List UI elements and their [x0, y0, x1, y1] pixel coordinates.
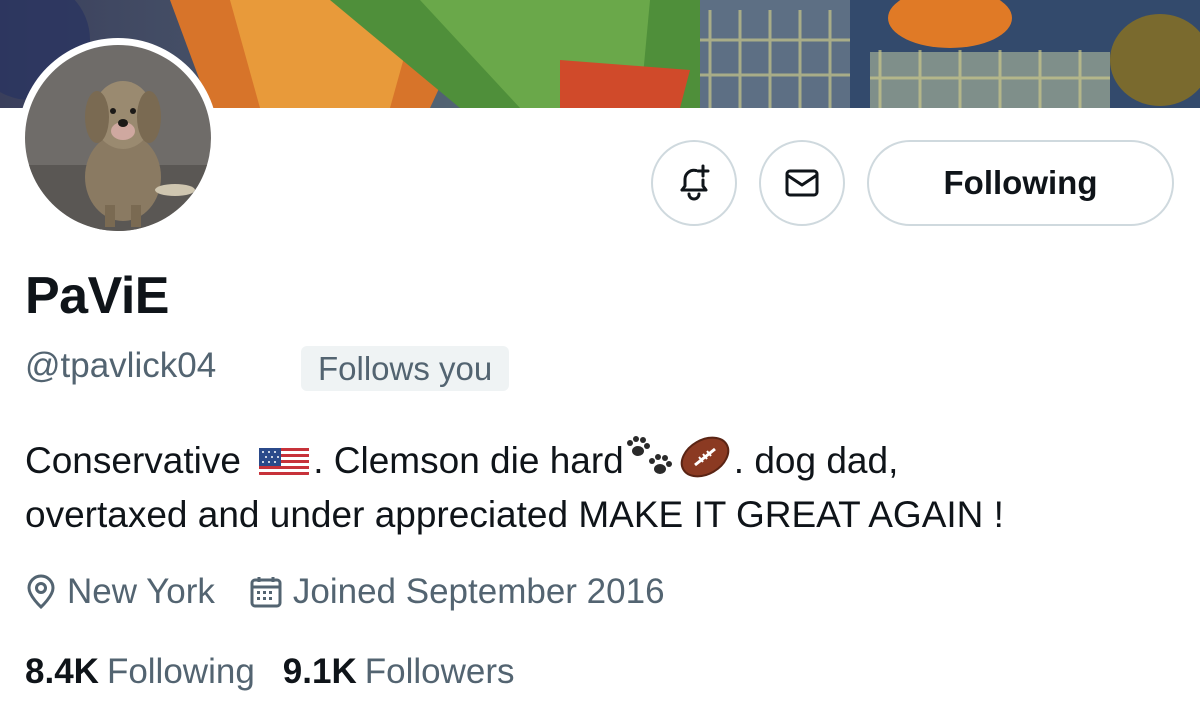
profile-meta: New York Joined September 2016 — [25, 568, 665, 616]
bio: Conservative . Clemson die hard . dog da… — [25, 434, 1185, 542]
calendar-icon — [250, 577, 282, 608]
display-name: PaViE — [25, 267, 169, 325]
location: New York — [25, 572, 215, 612]
envelope-icon — [785, 169, 819, 197]
avatar[interactable] — [25, 45, 211, 231]
message-button[interactable] — [759, 140, 845, 226]
join-date: Joined September 2016 — [249, 572, 665, 612]
bio-text: . Clemson die hard — [313, 440, 624, 481]
dog-avatar-icon — [25, 45, 211, 231]
follow-stats: 8.4K Following 9.1K Followers — [25, 648, 515, 696]
following-count: 8.4K — [25, 652, 99, 691]
bio-text: overtaxed and under appreciated MAKE IT … — [25, 494, 1004, 535]
bell-plus-icon — [680, 164, 710, 201]
notify-button[interactable] — [651, 140, 737, 226]
bio-text: Conservative — [25, 440, 252, 481]
followers-count: 9.1K — [282, 652, 357, 691]
location-pin-icon — [27, 574, 55, 610]
avatar-border — [18, 38, 218, 238]
followers-count-link[interactable]: 9.1K Followers — [283, 652, 515, 692]
followers-label: Followers — [364, 652, 515, 691]
following-label: Following — [106, 652, 255, 691]
handle: @tpavlick04 — [25, 346, 217, 385]
paw-prints-emoji — [624, 435, 676, 479]
follows-you-badge: Follows you — [301, 346, 510, 391]
join-date-text: Joined September 2016 — [292, 572, 665, 611]
location-text: New York — [67, 572, 215, 611]
us-flag-emoji — [259, 443, 310, 477]
following-button[interactable]: Following — [867, 140, 1174, 226]
following-count-link[interactable]: 8.4K Following — [25, 652, 255, 692]
bio-text: . dog dad, — [733, 440, 899, 481]
american-football-emoji — [676, 435, 734, 479]
